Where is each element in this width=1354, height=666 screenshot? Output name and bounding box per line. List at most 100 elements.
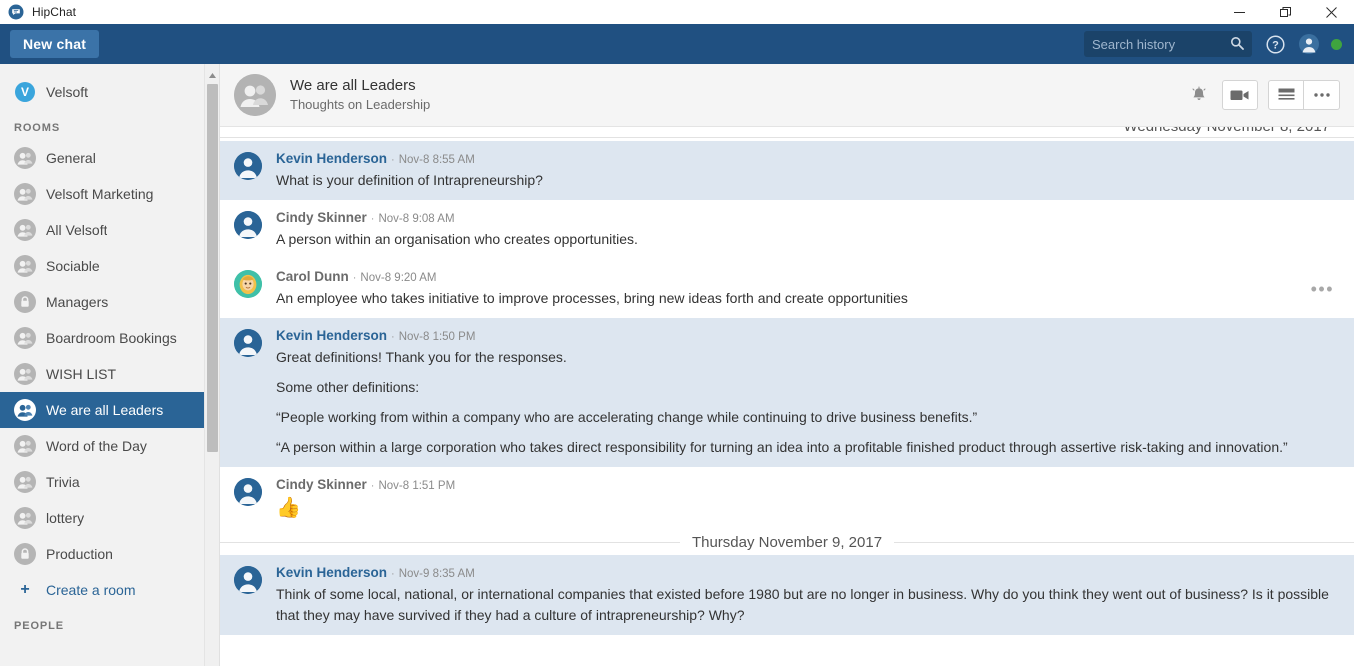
bell-icon[interactable] (1184, 80, 1214, 110)
message-more-actions-icon[interactable]: ••• (1311, 280, 1334, 298)
message-row[interactable]: Kevin Henderson · Nov-9 8:35 AM Think of so… (220, 555, 1354, 635)
sidebar-scrollbar[interactable] (204, 64, 219, 666)
create-a-room-button[interactable]: + Create a room (0, 572, 219, 608)
message-row[interactable]: Carol Dunn · Nov-8 9:20 AM An employee who … (220, 259, 1354, 318)
message-paragraph: An employee who takes initiative to impr… (276, 290, 908, 306)
message-author[interactable]: Kevin Henderson (276, 328, 387, 343)
message-separator-dot: · (370, 480, 375, 492)
sidebar-scrollbar-thumb[interactable] (207, 84, 218, 452)
chat-header: We are all Leaders Thoughts on Leadershi… (220, 64, 1354, 127)
hipchat-logo-icon (8, 4, 24, 20)
help-circle-icon[interactable]: ? (1266, 34, 1285, 54)
sidebar-item-all-velsoft[interactable]: All Velsoft (0, 212, 219, 248)
message-row[interactable]: Cindy Skinner · Nov-8 1:51 PM 👍 (220, 467, 1354, 529)
window-titlebar: HipChat (0, 0, 1354, 24)
person-avatar-icon[interactable] (234, 152, 262, 180)
sidebar-item-we-are-all-leaders[interactable]: We are all Leaders (0, 392, 219, 428)
message-timestamp: Nov-9 8:35 AM (398, 568, 475, 580)
sidebar-item-label: Managers (46, 294, 109, 310)
message-meta: Carol Dunn · Nov-8 9:20 AM (276, 268, 1334, 287)
date-separator-label: Wednesday November 8, 2017 (1111, 127, 1342, 135)
message-author[interactable]: Carol Dunn (276, 269, 349, 284)
message-timestamp: Nov-8 1:50 PM (398, 331, 476, 343)
message-timestamp: Nov-8 8:55 AM (398, 154, 475, 166)
close-icon[interactable] (1308, 0, 1354, 24)
sidebar-item-word-of-the-day[interactable]: Word of the Day (0, 428, 219, 464)
sidebar-item-label: General (46, 150, 96, 166)
sidebar-item-label: Boardroom Bookings (46, 330, 177, 346)
room-people-icon (14, 327, 36, 349)
sidebar-item-boardroom-bookings[interactable]: Boardroom Bookings (0, 320, 219, 356)
message-author[interactable]: Cindy Skinner (276, 210, 367, 225)
message-meta: Kevin Henderson · Nov-8 8:55 AM (276, 150, 1334, 169)
sidebar-item-label: All Velsoft (46, 222, 108, 238)
message-timestamp: Nov-8 1:51 PM (378, 480, 456, 492)
sidebar-item-general[interactable]: General (0, 140, 219, 176)
message-body: Carol Dunn · Nov-8 9:20 AM An employee who … (276, 268, 1334, 309)
message-paragraph: “A person within a large corporation who… (276, 439, 1288, 455)
message-separator-dot: · (370, 213, 375, 225)
message-list[interactable]: Wednesday November 8, 2017 Kevin Henders… (220, 127, 1354, 666)
room-people-icon (14, 435, 36, 457)
message-body: Cindy Skinner · Nov-8 9:08 AM A person with… (276, 209, 1334, 250)
message-separator-dot: · (391, 568, 395, 580)
message-author[interactable]: Kevin Henderson (276, 565, 387, 580)
message-author[interactable]: Cindy Skinner (276, 477, 367, 492)
sidebar-item-velsoft-marketing[interactable]: Velsoft Marketing (0, 176, 219, 212)
person-avatar-icon[interactable] (234, 478, 262, 506)
plus-icon: + (20, 581, 30, 598)
sidebar-item-sociable[interactable]: Sociable (0, 248, 219, 284)
room-people-icon (14, 507, 36, 529)
person-avatar-icon[interactable] (234, 329, 262, 357)
list-panel-icon[interactable] (1268, 80, 1304, 110)
room-topic: Thoughts on Leadership (290, 97, 431, 112)
message-timestamp: Nov-8 9:20 AM (360, 272, 437, 284)
room-lock-icon (14, 291, 36, 313)
sidebar-item-managers[interactable]: Managers (0, 284, 219, 320)
message-paragraph: “People working from within a company wh… (276, 409, 978, 425)
sidebar-item-lottery[interactable]: lottery (0, 500, 219, 536)
room-meta: We are all Leaders Thoughts on Leadershi… (290, 76, 430, 114)
person-avatar-icon[interactable] (1299, 34, 1319, 54)
date-separator-line (220, 137, 1354, 138)
video-camera-icon[interactable] (1222, 80, 1258, 110)
search-input[interactable] (1092, 36, 1244, 52)
message-paragraph: Some other definitions: (276, 379, 420, 395)
scroll-up-arrow-icon[interactable] (205, 68, 219, 82)
message-paragraph: What is your definition of Intrapreneurs… (276, 172, 543, 188)
restore-icon[interactable] (1262, 0, 1308, 24)
ellipsis-icon[interactable] (1304, 80, 1340, 110)
date-separator-label: Thursday November 9, 2017 (679, 533, 895, 551)
person-avatar-icon[interactable] (234, 211, 262, 239)
message-row[interactable]: Kevin Henderson · Nov-8 1:50 PM Great defin… (220, 318, 1354, 467)
carol-photo-avatar-icon[interactable] (234, 270, 262, 298)
sidebar-item-label: Production (46, 546, 113, 562)
room-people-avatar-icon (234, 74, 276, 116)
date-separator: Thursday November 9, 2017 (220, 529, 1354, 555)
search-history-box[interactable] (1084, 31, 1252, 57)
date-separator: Wednesday November 8, 2017 (220, 127, 1354, 141)
message-separator-dot: · (391, 331, 395, 343)
room-people-icon (14, 147, 36, 169)
room-title: We are all Leaders (290, 77, 416, 94)
message-body: Kevin Henderson · Nov-8 8:55 AM What is you… (276, 150, 1334, 191)
message-row[interactable]: Cindy Skinner · Nov-8 9:08 AM A person with… (220, 200, 1354, 259)
room-lock-icon (14, 543, 36, 565)
message-author[interactable]: Kevin Henderson (276, 151, 387, 166)
svg-text:?: ? (1272, 39, 1279, 51)
status-badge[interactable] (1331, 38, 1342, 50)
new-chat-button[interactable]: New chat (10, 30, 100, 58)
message-row[interactable]: Kevin Henderson · Nov-8 8:55 AM What is you… (220, 141, 1354, 200)
message-list-inner: Wednesday November 8, 2017 Kevin Henders… (220, 127, 1354, 635)
message-paragraph: A person within an organisation who crea… (276, 231, 638, 247)
sidebar-item-wish-list[interactable]: WISH LIST (0, 356, 219, 392)
sidebar-rooms-heading: ROOMS (14, 122, 61, 134)
sidebar-item-trivia[interactable]: Trivia (0, 464, 219, 500)
message-body: Kevin Henderson · Nov-8 1:50 PM Great defin… (276, 327, 1334, 458)
person-avatar-icon[interactable] (234, 566, 262, 594)
app-body: V Velsoft ROOMS General Velsoft Marketin… (0, 64, 1354, 666)
minimize-icon[interactable] (1216, 0, 1262, 24)
sidebar-account-velsoft[interactable]: V Velsoft (0, 74, 219, 110)
sidebar-item-production[interactable]: Production (0, 536, 219, 572)
sidebar-people-heading: PEOPLE (14, 620, 65, 632)
